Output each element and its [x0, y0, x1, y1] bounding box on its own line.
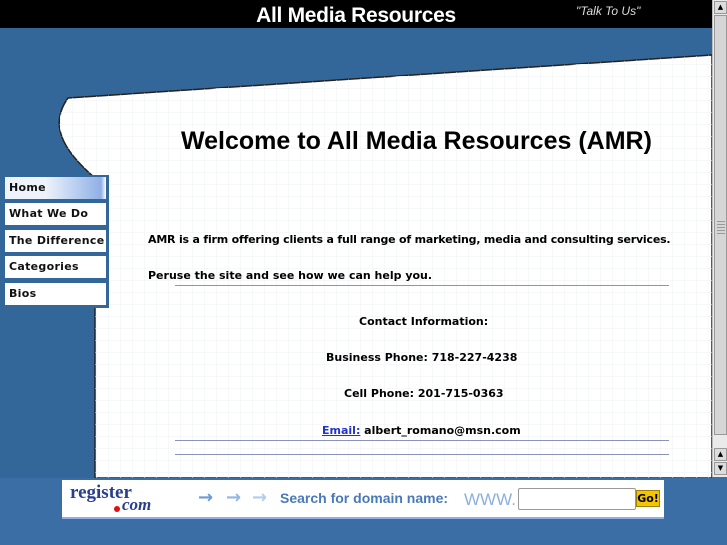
divider	[175, 285, 669, 286]
nav-item-bios[interactable]: Bios	[5, 282, 106, 305]
scrollbar-thumb[interactable]	[714, 15, 727, 435]
logo-dot	[114, 506, 120, 512]
scroll-up-icon[interactable]: ▲	[714, 448, 727, 461]
contact-heading: Contact Information:	[359, 315, 489, 328]
register-com-banner: register com → → → Search for domain name…	[62, 480, 664, 519]
sidebar-nav: Home What We Do The Difference Categorie…	[2, 175, 109, 308]
arrow-icon: →	[198, 487, 214, 508]
www-prefix: WWW.	[464, 490, 516, 509]
nav-item-home[interactable]: Home	[5, 177, 106, 199]
nav-item-what-we-do[interactable]: What We Do	[5, 203, 106, 226]
divider	[175, 440, 669, 441]
divider	[175, 454, 669, 455]
vertical-scrollbar[interactable]: ▲ ▲ ▼	[712, 0, 727, 477]
intro-text: AMR is a firm offering clients a full ra…	[148, 233, 671, 246]
arrow-icon: →	[226, 487, 242, 508]
search-label: Search for domain name:	[280, 490, 449, 506]
business-phone: Business Phone: 718-227-4238	[326, 351, 518, 364]
email-line: Email: albert_romano@msn.com	[322, 424, 521, 437]
email-address: albert_romano@msn.com	[360, 424, 521, 437]
arrow-icon: →	[252, 487, 268, 508]
page-title: Welcome to All Media Resources (AMR)	[181, 127, 652, 155]
logo-com: com	[122, 495, 152, 514]
scroll-up-icon[interactable]: ▲	[714, 1, 727, 14]
go-button[interactable]: Go!	[636, 490, 660, 507]
domain-search-input[interactable]	[518, 488, 636, 510]
register-com-logo[interactable]: register com	[70, 482, 151, 514]
email-link[interactable]: Email:	[322, 424, 360, 437]
nav-item-categories[interactable]: Categories	[5, 256, 106, 279]
talk-to-us-link[interactable]: "Talk To Us"	[576, 4, 640, 18]
nav-item-the-difference[interactable]: The Difference	[5, 229, 106, 252]
peruse-text: Peruse the site and see how we can help …	[148, 269, 433, 282]
scroll-down-icon[interactable]: ▼	[714, 462, 727, 475]
cell-phone: Cell Phone: 201-715-0363	[344, 387, 504, 400]
grip-icon	[717, 221, 725, 235]
